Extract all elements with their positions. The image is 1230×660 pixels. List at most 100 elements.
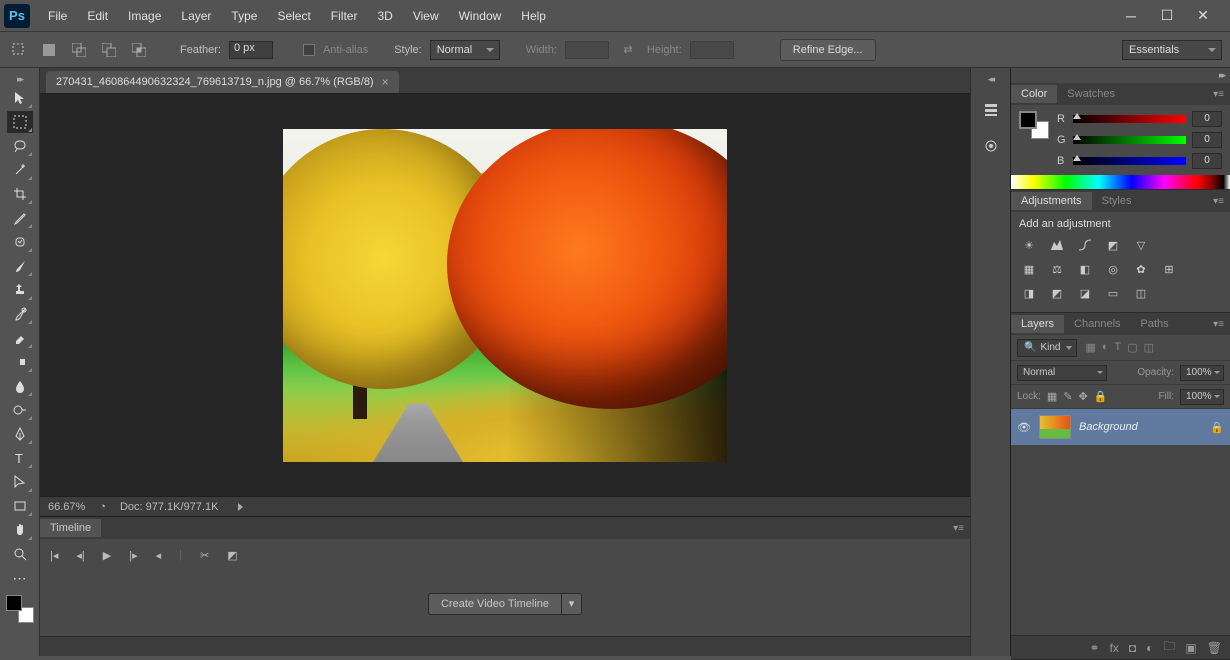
close-document-icon[interactable]: × — [382, 75, 389, 89]
dodge-tool-icon[interactable] — [7, 399, 33, 421]
styles-tab[interactable]: Styles — [1092, 192, 1142, 210]
black-white-icon[interactable]: ◧ — [1075, 260, 1095, 278]
menu-file[interactable]: File — [38, 5, 77, 27]
layer-thumbnail[interactable] — [1039, 415, 1071, 439]
posterize-icon[interactable]: ◩ — [1047, 284, 1067, 302]
adjustments-tab[interactable]: Adjustments — [1011, 192, 1092, 210]
g-value[interactable]: 0 — [1192, 132, 1222, 148]
refine-edge-button[interactable]: Refine Edge... — [780, 39, 876, 61]
selective-color-icon[interactable]: ◫ — [1131, 284, 1151, 302]
b-slider[interactable] — [1073, 157, 1186, 165]
intersect-selection-icon[interactable] — [128, 39, 150, 61]
swatches-tab[interactable]: Swatches — [1057, 85, 1125, 103]
history-brush-tool-icon[interactable] — [7, 303, 33, 325]
layer-effects-icon[interactable]: fx — [1110, 641, 1119, 655]
doc-info-icon[interactable]: ◔ — [99, 501, 106, 513]
menu-select[interactable]: Select — [267, 5, 320, 27]
document-tab[interactable]: 270431_460864490632324_769613719_n.jpg @… — [46, 71, 399, 93]
close-icon[interactable]: ✕ — [1194, 9, 1212, 23]
filter-shape-icon[interactable]: ▢ — [1127, 341, 1137, 354]
lock-all-icon[interactable]: 🔒 — [1094, 390, 1108, 403]
tool-preset-icon[interactable] — [8, 39, 30, 61]
menu-image[interactable]: Image — [118, 5, 171, 27]
exposure-icon[interactable]: ◩ — [1103, 236, 1123, 254]
canvas[interactable] — [40, 94, 970, 496]
fill-input[interactable]: 100% — [1180, 389, 1224, 405]
r-value[interactable]: 0 — [1192, 111, 1222, 127]
foreground-background-swatches[interactable] — [6, 595, 34, 623]
create-video-timeline-button[interactable]: Create Video Timeline — [428, 593, 562, 615]
paths-tab[interactable]: Paths — [1131, 315, 1179, 333]
adjustments-panel-menu-icon[interactable]: ▾≡ — [1207, 196, 1230, 207]
g-slider[interactable] — [1073, 136, 1186, 144]
magic-wand-tool-icon[interactable] — [7, 159, 33, 181]
menu-filter[interactable]: Filter — [321, 5, 368, 27]
hand-tool-icon[interactable] — [7, 519, 33, 541]
new-group-icon[interactable]: 🗀 — [1163, 637, 1175, 658]
menu-layer[interactable]: Layer — [171, 5, 221, 27]
b-value[interactable]: 0 — [1192, 153, 1222, 169]
brightness-contrast-icon[interactable]: ☀ — [1019, 236, 1039, 254]
menu-edit[interactable]: Edit — [77, 5, 118, 27]
lock-position-icon[interactable]: ✥ — [1079, 390, 1088, 403]
timeline-menu-icon[interactable]: ▾≡ — [947, 523, 970, 534]
new-adjustment-layer-icon[interactable]: ◐ — [1146, 641, 1153, 655]
healing-brush-tool-icon[interactable] — [7, 231, 33, 253]
play-icon[interactable]: ▶ — [103, 549, 111, 562]
doc-info-chevron-icon[interactable] — [238, 503, 243, 511]
mute-icon[interactable]: ◂ — [156, 549, 162, 562]
prev-frame-icon[interactable]: ◂| — [76, 549, 84, 562]
filter-smart-icon[interactable]: ◫ — [1144, 341, 1154, 354]
filter-type-icon[interactable]: T — [1115, 341, 1122, 354]
create-timeline-dropdown-icon[interactable]: ▾ — [562, 593, 582, 615]
color-spectrum[interactable] — [1011, 175, 1230, 189]
next-frame-icon[interactable]: |▸ — [129, 549, 137, 562]
add-mask-icon[interactable]: ◘ — [1129, 641, 1136, 655]
layer-filter-kind-dropdown[interactable]: 🔍Kind — [1017, 339, 1077, 357]
color-lookup-icon[interactable]: ⊞ — [1159, 260, 1179, 278]
clone-stamp-tool-icon[interactable] — [7, 279, 33, 301]
menu-view[interactable]: View — [403, 5, 449, 27]
link-layers-icon[interactable]: ⚭ — [1090, 641, 1100, 655]
add-selection-icon[interactable] — [68, 39, 90, 61]
layer-visibility-icon[interactable]: 👁 — [1017, 421, 1031, 434]
style-dropdown[interactable]: Normal — [430, 40, 500, 60]
menu-type[interactable]: Type — [221, 5, 267, 27]
threshold-icon[interactable]: ◪ — [1075, 284, 1095, 302]
opacity-input[interactable]: 100% — [1180, 365, 1224, 381]
layer-name[interactable]: Background — [1079, 421, 1138, 433]
invert-icon[interactable]: ◨ — [1019, 284, 1039, 302]
hue-saturation-icon[interactable]: ▦ — [1019, 260, 1039, 278]
r-slider[interactable] — [1073, 115, 1186, 123]
filter-pixel-icon[interactable]: ▦ — [1085, 341, 1095, 354]
collapse-panels-icon[interactable]: ▸▸ — [1213, 68, 1230, 83]
go-to-first-frame-icon[interactable]: |◂ — [50, 549, 58, 562]
foreground-color-swatch[interactable] — [6, 595, 22, 611]
new-selection-icon[interactable] — [38, 39, 60, 61]
color-panel-swatches[interactable] — [1019, 111, 1049, 139]
move-tool-icon[interactable] — [7, 87, 33, 109]
marquee-tool-icon[interactable] — [7, 111, 33, 133]
color-fg-swatch[interactable] — [1019, 111, 1037, 129]
path-selection-tool-icon[interactable] — [7, 471, 33, 493]
minimize-icon[interactable]: ─ — [1122, 9, 1140, 23]
menu-help[interactable]: Help — [511, 5, 556, 27]
filter-adjustment-icon[interactable]: ◐ — [1102, 341, 1109, 354]
curves-icon[interactable] — [1075, 236, 1095, 254]
history-panel-icon[interactable] — [980, 99, 1002, 121]
transition-icon[interactable]: ◩ — [227, 549, 237, 562]
blend-mode-dropdown[interactable]: Normal — [1017, 365, 1107, 381]
type-tool-icon[interactable]: T — [7, 447, 33, 469]
rectangle-tool-icon[interactable] — [7, 495, 33, 517]
color-tab[interactable]: Color — [1011, 85, 1057, 103]
levels-icon[interactable] — [1047, 236, 1067, 254]
channels-tab[interactable]: Channels — [1064, 315, 1130, 333]
eyedropper-tool-icon[interactable] — [7, 207, 33, 229]
zoom-level[interactable]: 66.67% — [48, 501, 85, 513]
lock-transparency-icon[interactable]: ▦ — [1047, 390, 1057, 403]
new-layer-icon[interactable]: ▣ — [1185, 641, 1196, 655]
collapse-tools-icon[interactable]: ▸▸ — [17, 74, 22, 85]
lock-pixels-icon[interactable]: ✎ — [1063, 390, 1072, 403]
brush-tool-icon[interactable] — [7, 255, 33, 277]
zoom-tool-icon[interactable] — [7, 543, 33, 565]
